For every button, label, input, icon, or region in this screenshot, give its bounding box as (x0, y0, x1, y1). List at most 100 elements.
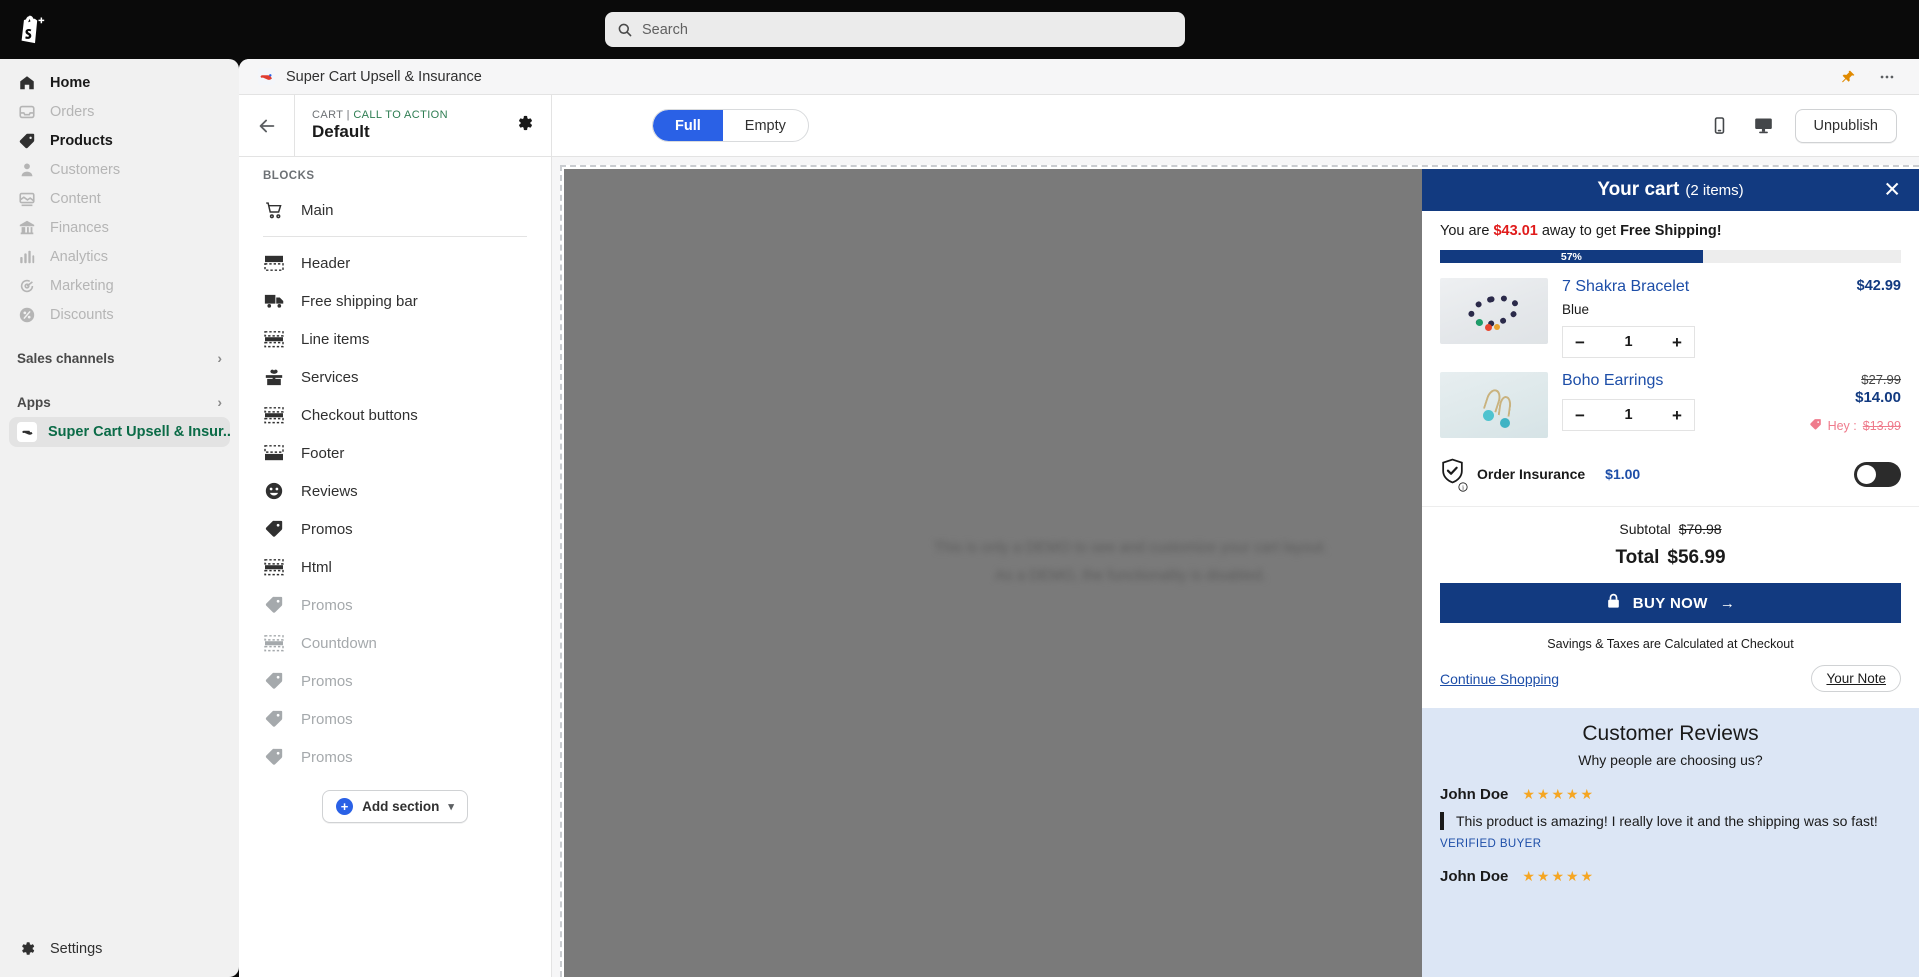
block-item-header[interactable]: Header (239, 244, 551, 282)
global-topbar: Search (0, 0, 1919, 59)
line-item-title[interactable]: Boho Earrings (1562, 372, 1795, 390)
info-icon[interactable]: i (1458, 482, 1468, 492)
sidebar-item-products[interactable]: Products (9, 126, 230, 155)
block-label: Checkout buttons (301, 406, 418, 424)
preview-stage: This is only a DEMO to see and customize… (552, 157, 1919, 977)
pin-icon[interactable] (1834, 69, 1862, 85)
insurance-toggle[interactable] (1854, 461, 1901, 487)
block-item-html[interactable]: Html (239, 548, 551, 586)
block-item-promos-3[interactable]: Promos (239, 662, 551, 700)
unpublish-button[interactable]: Unpublish (1794, 108, 1897, 143)
footer-block-icon (263, 442, 285, 464)
block-item-promos-2[interactable]: Promos (239, 586, 551, 624)
quantity-stepper[interactable]: − 1 + (1562, 399, 1695, 431)
block-item-promos-1[interactable]: Promos (239, 510, 551, 548)
template-selector[interactable]: CART | CALL TO ACTION Default (295, 94, 552, 157)
cart-header: Your cart (2 items) ✕ (1422, 169, 1919, 211)
block-item-services[interactable]: Services (239, 358, 551, 396)
sidebar-item-analytics[interactable]: Analytics (9, 242, 230, 271)
sidebar-item-label: Products (50, 132, 113, 149)
decrease-quantity-button[interactable]: − (1575, 407, 1585, 424)
block-item-free-shipping-bar[interactable]: Free shipping bar (239, 282, 551, 320)
embedded-app-title: Super Cart Upsell & Insurance (286, 68, 482, 85)
sidebar-section-apps[interactable]: Apps › (9, 387, 230, 417)
chevron-right-icon: › (217, 394, 222, 410)
total-value: $56.99 (1667, 547, 1726, 568)
block-item-footer[interactable]: Footer (239, 434, 551, 472)
insurance-price: $1.00 (1605, 466, 1641, 482)
rating-stars: ★★★★★ (1522, 868, 1596, 884)
template-settings-button[interactable] (514, 113, 534, 138)
desktop-preview-icon[interactable] (1751, 113, 1777, 139)
cart-state-segmented-control[interactable]: Full Empty (652, 109, 809, 142)
sidebar-item-label: Super Cart Upsell & Insur... (48, 424, 230, 440)
total-label: Total (1615, 547, 1660, 568)
sidebar-item-home[interactable]: Home (9, 68, 230, 97)
blocks-heading: BLOCKS (263, 170, 315, 182)
block-item-checkout-buttons[interactable]: Checkout buttons (239, 396, 551, 434)
block-item-promos-5[interactable]: Promos (239, 738, 551, 776)
marketing-target-icon (17, 276, 37, 296)
sidebar-item-marketing[interactable]: Marketing (9, 271, 230, 300)
sidebar-item-content[interactable]: Content (9, 184, 230, 213)
line-item-original-price: $27.99 (1809, 372, 1901, 387)
sidebar-section-sales-channels[interactable]: Sales channels › (9, 343, 230, 373)
buy-now-button[interactable]: BUY NOW → (1440, 583, 1901, 623)
bracelet-thumbnail[interactable] (1440, 278, 1548, 344)
back-button[interactable] (239, 94, 295, 157)
orders-inbox-icon (17, 102, 37, 122)
line-item-title[interactable]: 7 Shakra Bracelet (1562, 278, 1795, 296)
sidebar-item-finances[interactable]: Finances (9, 213, 230, 242)
block-label: Free shipping bar (301, 292, 418, 310)
svg-text:i: i (1462, 485, 1464, 492)
block-label: Promos (301, 748, 353, 766)
shopify-logo[interactable] (0, 0, 59, 59)
breadcrumb-prefix: CART | (312, 109, 354, 121)
sidebar-item-label: Content (50, 190, 101, 207)
increase-quantity-button[interactable]: + (1672, 407, 1682, 424)
buy-now-arrow: → (1719, 594, 1736, 612)
review-text: This product is amazing! I really love i… (1456, 813, 1878, 829)
finances-bank-icon (17, 218, 37, 238)
add-section-button[interactable]: + Add section ▾ (322, 790, 468, 823)
gear-icon (17, 939, 37, 959)
template-text: CART | CALL TO ACTION Default (312, 109, 504, 142)
cart-line-item: Boho Earrings − 1 + $27.99 $14.00 Hey: … (1440, 365, 1901, 445)
search-icon (618, 23, 632, 36)
sidebar-item-label: Orders (50, 103, 95, 120)
quantity-stepper[interactable]: − 1 + (1562, 326, 1695, 358)
close-icon[interactable]: ✕ (1883, 180, 1901, 201)
template-breadcrumb: CART | CALL TO ACTION (312, 109, 504, 121)
block-item-countdown[interactable]: Countdown (239, 624, 551, 662)
line-item-price: $14.00 (1855, 389, 1901, 406)
decrease-quantity-button[interactable]: − (1575, 334, 1585, 351)
cart-line-items: 7 Shakra Bracelet Blue − 1 + $42.99 Boho… (1422, 263, 1919, 445)
block-label: Main (301, 201, 334, 219)
earring-bead-right (1500, 418, 1511, 429)
block-label: Line items (301, 330, 370, 348)
truck-icon (263, 290, 285, 312)
sidebar-item-settings[interactable]: Settings (9, 934, 230, 963)
chevron-right-icon: › (217, 350, 222, 366)
continue-shopping-link[interactable]: Continue Shopping (1440, 671, 1559, 687)
ellipsis-icon[interactable] (1872, 68, 1902, 86)
block-item-line-items[interactable]: Line items (239, 320, 551, 358)
sidebar-item-orders[interactable]: Orders (9, 97, 230, 126)
earrings-thumbnail[interactable] (1440, 372, 1548, 438)
sidebar-item-discounts[interactable]: Discounts (9, 300, 230, 329)
mobile-preview-icon[interactable] (1707, 113, 1733, 139)
sidebar-item-super-cart-app[interactable]: Super Cart Upsell & Insur... (9, 417, 230, 447)
shipping-prefix: You are (1440, 223, 1494, 239)
your-note-button[interactable]: Your Note (1811, 665, 1901, 692)
block-item-reviews[interactable]: Reviews (239, 472, 551, 510)
sidebar-item-customers[interactable]: Customers (9, 155, 230, 184)
increase-quantity-button[interactable]: + (1672, 334, 1682, 351)
tab-full[interactable]: Full (653, 110, 723, 141)
tab-empty[interactable]: Empty (723, 110, 808, 141)
search-input[interactable]: Search (605, 12, 1185, 47)
super-cart-app-icon (17, 422, 37, 442)
block-item-promos-4[interactable]: Promos (239, 700, 551, 738)
review-header: John Doe ★★★★★ (1440, 868, 1901, 885)
block-item-main[interactable]: Main (239, 191, 551, 229)
quantity-value: 1 (1624, 407, 1633, 423)
